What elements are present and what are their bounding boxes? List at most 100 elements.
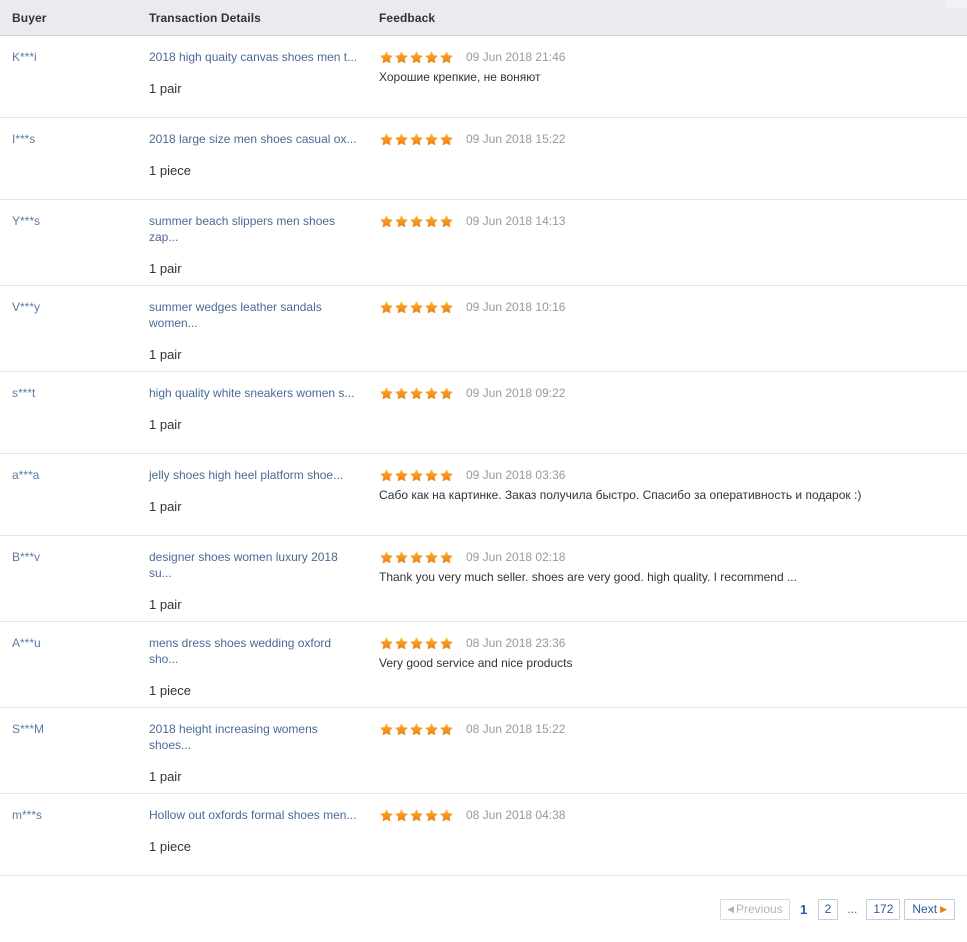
product-title-link[interactable]: summer wedges leather sandals women... — [149, 299, 360, 331]
transaction-details-cell: summer beach slippers men shoes zap... 1 … — [144, 213, 374, 277]
feedback-comment: Thank you very much seller. shoes are ve… — [379, 570, 797, 584]
table-header-row: Buyer Transaction Details Feedback — [0, 0, 967, 36]
transaction-details-cell: jelly shoes high heel platform shoe... 1 … — [144, 467, 374, 527]
pagination-previous-label: Previous — [735, 901, 783, 916]
feedback-date: 08 Jun 2018 04:38 — [466, 808, 566, 822]
table-row: m***s Hollow out oxfords formal shoes men… — [0, 794, 967, 876]
transaction-details-cell: designer shoes women luxury 2018 su... 1 … — [144, 549, 374, 613]
table-row: B***v designer shoes women luxury 2018 su… — [0, 536, 967, 622]
feedback-rows-container: K***i 2018 high quaity canvas shoes men t… — [0, 36, 967, 876]
star-rating-5 — [379, 636, 454, 651]
table-row: S***M 2018 height increasing womens shoes… — [0, 708, 967, 794]
pagination-page-172[interactable]: 172 — [866, 898, 901, 920]
product-title-link[interactable]: high quality white sneakers women s... — [149, 385, 360, 401]
transaction-details-cell: Hollow out oxfords formal shoes men... 1 … — [144, 807, 374, 867]
feedback-rating-row: 08 Jun 2018 04:38 — [379, 807, 957, 823]
buyer-name: B***v — [12, 550, 41, 564]
transaction-details-cell: mens dress shoes wedding oxford sho... 1 … — [144, 635, 374, 699]
quantity-label: 1 pair — [149, 261, 182, 276]
quantity-label: 1 pair — [149, 347, 182, 362]
star-rating-5 — [379, 722, 454, 737]
product-title-link[interactable]: jelly shoes high heel platform shoe... — [149, 467, 360, 483]
star-rating-5 — [379, 386, 454, 401]
table-row: I***s 2018 large size men shoes casual ox… — [0, 118, 967, 200]
product-title-link[interactable]: 2018 height increasing womens shoes... — [149, 721, 360, 753]
table-row: K***i 2018 high quaity canvas shoes men t… — [0, 36, 967, 118]
feedback-cell: 09 Jun 2018 21:46 Хорошие крепкие, не вон… — [374, 49, 967, 109]
buyer-name: I***s — [12, 132, 36, 146]
feedback-rating-row: 09 Jun 2018 02:18 — [379, 549, 957, 565]
product-title-link[interactable]: summer beach slippers men shoes zap... — [149, 213, 360, 245]
pagination-page-2[interactable]: 2 — [817, 898, 839, 920]
feedback-date: 09 Jun 2018 15:22 — [466, 132, 566, 146]
transaction-details-cell: 2018 large size men shoes casual ox... 1 … — [144, 131, 374, 191]
quantity-label: 1 piece — [149, 163, 191, 178]
chevron-left-icon: ◀ — [727, 903, 734, 914]
feedback-rating-row: 08 Jun 2018 15:22 — [379, 721, 957, 737]
feedback-cell: 09 Jun 2018 15:22 — [374, 131, 967, 191]
transaction-details-cell: high quality white sneakers women s... 1 … — [144, 385, 374, 445]
column-header-buyer: Buyer — [12, 10, 47, 25]
column-header-transaction-details: Transaction Details — [149, 10, 261, 25]
buyer-name: A***u — [12, 636, 41, 650]
feedback-cell: 09 Jun 2018 03:36 Сабо как на картинке. З… — [374, 467, 967, 527]
pagination-previous-button[interactable]: ◀ Previous — [720, 898, 790, 920]
buyer-name: S***M — [12, 722, 45, 736]
table-row: Y***s summer beach slippers men shoes zap… — [0, 200, 967, 286]
feedback-comment: Хорошие крепкие, не воняют — [379, 70, 541, 84]
product-title-link[interactable]: Hollow out oxfords formal shoes men... — [149, 807, 360, 823]
buyer-name: s***t — [12, 386, 36, 400]
product-title-link[interactable]: designer shoes women luxury 2018 su... — [149, 549, 360, 581]
feedback-cell: 08 Jun 2018 23:36 Very good service and n… — [374, 635, 967, 699]
pagination-bar: ◀ Previous 1 2 ... 172 Next ▶ — [0, 876, 967, 942]
buyer-name: a***a — [12, 468, 40, 482]
column-header-feedback: Feedback — [379, 10, 436, 25]
quantity-label: 1 pair — [149, 81, 182, 96]
quantity-label: 1 piece — [149, 683, 191, 698]
feedback-rating-row: 09 Jun 2018 10:16 — [379, 299, 957, 315]
feedback-comment: Very good service and nice products — [379, 656, 573, 670]
pagination-next-button[interactable]: Next ▶ — [904, 898, 955, 920]
pagination-ellipsis: ... — [847, 901, 858, 916]
feedback-date: 09 Jun 2018 14:13 — [466, 214, 566, 228]
feedback-rating-row: 09 Jun 2018 21:46 — [379, 49, 957, 65]
feedback-cell: 09 Jun 2018 02:18 Thank you very much sel… — [374, 549, 967, 613]
feedback-date: 09 Jun 2018 09:22 — [466, 386, 566, 400]
product-title-link[interactable]: 2018 high quaity canvas shoes men t... — [149, 49, 360, 65]
feedback-date: 08 Jun 2018 23:36 — [466, 636, 566, 650]
feedback-comment: Сабо как на картинке. Заказ получила быс… — [379, 488, 862, 502]
star-rating-5 — [379, 300, 454, 315]
transaction-details-cell: 2018 high quaity canvas shoes men t... 1 … — [144, 49, 374, 109]
buyer-name: Y***s — [12, 214, 41, 228]
table-row: s***t high quality white sneakers women s… — [0, 372, 967, 454]
feedback-cell: 08 Jun 2018 04:38 — [374, 807, 967, 867]
pagination-next-label: Next — [912, 901, 938, 916]
star-rating-5 — [379, 808, 454, 823]
pagination-page-1: 1 — [800, 901, 808, 917]
quantity-label: 1 pair — [149, 499, 182, 514]
quantity-label: 1 pair — [149, 769, 182, 784]
feedback-cell: 09 Jun 2018 09:22 — [374, 385, 967, 445]
feedback-cell: 09 Jun 2018 14:13 — [374, 213, 967, 277]
quantity-label: 1 piece — [149, 839, 191, 854]
star-rating-5 — [379, 468, 454, 483]
buyer-name: K***i — [12, 50, 37, 64]
feedback-date: 09 Jun 2018 10:16 — [466, 300, 566, 314]
buyer-name: m***s — [12, 808, 43, 822]
chevron-right-icon: ▶ — [940, 903, 947, 914]
feedback-date: 09 Jun 2018 02:18 — [466, 550, 566, 564]
buyer-name: V***y — [12, 300, 41, 314]
table-row: V***y summer wedges leather sandals women… — [0, 286, 967, 372]
feedback-date: 08 Jun 2018 15:22 — [466, 722, 566, 736]
feedback-cell: 09 Jun 2018 10:16 — [374, 299, 967, 363]
table-row: a***a jelly shoes high heel platform shoe… — [0, 454, 967, 536]
feedback-rating-row: 09 Jun 2018 09:22 — [379, 385, 957, 401]
star-rating-5 — [379, 132, 454, 147]
product-title-link[interactable]: mens dress shoes wedding oxford sho... — [149, 635, 360, 667]
star-rating-5 — [379, 214, 454, 229]
feedback-rating-row: 09 Jun 2018 15:22 — [379, 131, 957, 147]
quantity-label: 1 pair — [149, 417, 182, 432]
feedback-rating-row: 09 Jun 2018 03:36 — [379, 467, 957, 483]
feedback-date: 09 Jun 2018 03:36 — [466, 468, 566, 482]
product-title-link[interactable]: 2018 large size men shoes casual ox... — [149, 131, 360, 147]
